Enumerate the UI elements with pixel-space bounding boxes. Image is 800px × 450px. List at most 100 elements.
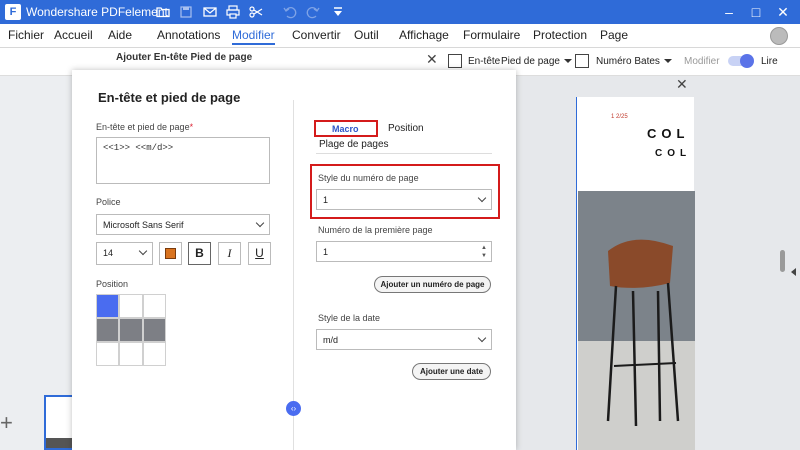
menu-fichier[interactable]: Fichier: [8, 28, 44, 42]
content-label-text: En-tête et pied de page: [96, 122, 190, 132]
chevron-down-icon: [255, 218, 265, 228]
required-mark: *: [189, 122, 194, 132]
menu-bar: Fichier Accueil Aide Annotations Modifie…: [0, 24, 800, 48]
chevron-down-icon: [663, 59, 672, 64]
undo-icon[interactable]: [282, 4, 298, 20]
mail-icon[interactable]: [202, 4, 218, 20]
position-top-center[interactable]: [119, 294, 143, 318]
maximize-icon[interactable]: □: [746, 2, 766, 22]
menu-protection[interactable]: Protection: [533, 28, 587, 42]
date-style-label: Style de la date: [318, 313, 381, 323]
tabs-underline: [316, 153, 492, 154]
position-middle-left[interactable]: [95, 318, 120, 342]
tab-macro[interactable]: Macro: [332, 124, 359, 134]
document-page-preview: 1 2/25 COL COL: [576, 97, 695, 450]
position-bottom-left[interactable]: [95, 342, 120, 366]
color-swatch: [165, 248, 176, 260]
tab-page-range[interactable]: Plage de pages: [319, 139, 389, 150]
font-value: Microsoft Sans Serif: [103, 220, 184, 230]
close-panel-icon[interactable]: ✕: [426, 51, 438, 68]
add-page-number-button[interactable]: Ajouter un numéro de page: [374, 276, 491, 293]
header-footer-dialog: En-tête et pied de page En-tête et pied …: [72, 70, 516, 450]
menu-formulaire[interactable]: Formulaire: [463, 28, 520, 42]
stepper-arrows-icon[interactable]: ▲ ▼: [481, 244, 487, 260]
font-select[interactable]: Microsoft Sans Serif: [96, 214, 270, 235]
italic-button[interactable]: I: [218, 242, 241, 265]
position-middle-right[interactable]: [142, 318, 167, 342]
menu-convertir[interactable]: Convertir: [292, 28, 341, 42]
preview-page-number: 1 2/25: [611, 114, 628, 120]
preview-heading-2: COL: [655, 148, 692, 159]
position-bottom-center[interactable]: [119, 342, 143, 366]
dialog-title: En-tête et pied de page: [98, 90, 241, 105]
avatar[interactable]: [770, 27, 788, 45]
menu-page[interactable]: Page: [600, 28, 628, 42]
print-icon[interactable]: [225, 4, 241, 20]
folder-icon[interactable]: [155, 4, 171, 20]
content-label: En-tête et pied de page*: [96, 122, 193, 132]
position-label: Position: [96, 279, 129, 289]
chevron-down-icon: [563, 59, 572, 64]
add-date-button[interactable]: Ajouter une date: [412, 363, 491, 380]
save-icon[interactable]: [178, 4, 194, 20]
font-size-value: 14: [103, 248, 114, 258]
bold-button[interactable]: B: [188, 242, 211, 265]
app-title: Wondershare PDFelement: [26, 5, 168, 19]
footer-label: Pied de page: [501, 56, 560, 67]
chevron-down-icon: [138, 246, 148, 256]
position-middle-center[interactable]: [119, 318, 143, 342]
font-label: Police: [96, 197, 121, 207]
page-number-style-select[interactable]: 1: [316, 189, 492, 210]
tab-position[interactable]: Position: [388, 123, 424, 134]
quick-access-dropdown-icon[interactable]: [330, 4, 346, 20]
page-thumbnail[interactable]: [44, 395, 74, 450]
bates-label: Numéro Bates: [596, 56, 660, 67]
close-preview-icon[interactable]: ✕: [676, 76, 688, 93]
header-button[interactable]: En-tête: [468, 56, 500, 67]
header-footer-icon: [448, 54, 462, 68]
bates-number-icon: [575, 54, 589, 68]
chevron-down-icon: [477, 333, 487, 343]
thumbnail-footer: [46, 438, 72, 448]
menu-accueil[interactable]: Accueil: [54, 28, 93, 42]
header-footer-text-field[interactable]: <<1>> <<m/d>>: [96, 137, 270, 184]
first-page-number-value: 1: [323, 247, 329, 257]
underline-button[interactable]: U: [248, 242, 271, 265]
menu-affichage[interactable]: Affichage: [399, 28, 449, 42]
title-bar: F Wondershare PDFelement – □ ✕: [0, 0, 800, 24]
panel-divider: [293, 100, 294, 450]
first-page-number-stepper[interactable]: 1 ▲ ▼: [316, 241, 492, 262]
footer-dropdown[interactable]: Pied de page: [501, 56, 572, 67]
close-window-icon[interactable]: ✕: [773, 2, 793, 22]
position-top-left[interactable]: [95, 294, 120, 318]
date-style-select[interactable]: m/d: [316, 329, 492, 350]
menu-outil[interactable]: Outil: [354, 28, 379, 42]
position-bottom-right[interactable]: [142, 342, 167, 366]
collapse-toggle-icon[interactable]: ‹›: [286, 401, 301, 416]
scissors-icon[interactable]: [248, 4, 264, 20]
position-grid: [95, 294, 167, 366]
add-page-icon[interactable]: +: [0, 410, 13, 436]
preview-heading-1: COL: [647, 126, 690, 141]
mode-toggle[interactable]: [728, 54, 754, 68]
app-logo-icon: F: [5, 4, 21, 20]
menu-modifier[interactable]: Modifier: [232, 28, 275, 45]
modify-mode-label[interactable]: Modifier: [684, 56, 720, 67]
page-number-style-label: Style du numéro de page: [318, 173, 419, 183]
position-top-right[interactable]: [142, 294, 167, 318]
chevron-down-icon: [477, 193, 487, 203]
read-mode-label[interactable]: Lire: [761, 56, 778, 67]
page-number-style-value: 1: [323, 195, 329, 205]
vertical-scrollbar[interactable]: [780, 250, 785, 272]
bates-dropdown[interactable]: Numéro Bates: [596, 56, 672, 67]
font-color-button[interactable]: [159, 242, 182, 265]
redo-icon[interactable]: [305, 4, 321, 20]
menu-aide[interactable]: Aide: [108, 28, 132, 42]
menu-annotations[interactable]: Annotations: [157, 28, 220, 42]
expand-sidebar-arrow-icon[interactable]: [791, 268, 796, 276]
minimize-icon[interactable]: –: [719, 2, 739, 22]
date-style-value: m/d: [323, 335, 339, 345]
first-page-number-label: Numéro de la première page: [318, 225, 433, 235]
font-size-select[interactable]: 14: [96, 242, 153, 265]
toggle-knob: [740, 54, 754, 68]
